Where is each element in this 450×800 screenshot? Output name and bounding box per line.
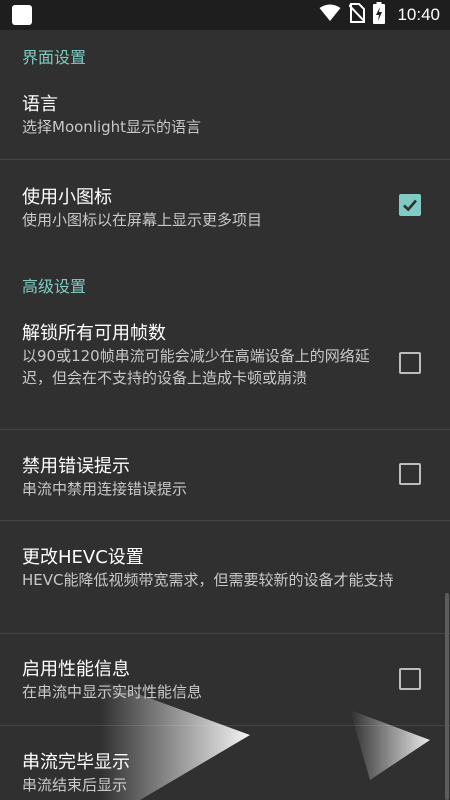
pref-title: 解锁所有可用帧数	[22, 323, 166, 344]
pref-summary: 串流中禁用连接错误提示	[22, 480, 188, 498]
perf-overlay-checkbox[interactable]	[399, 668, 421, 690]
pref-summary: 在串流中显示实时性能信息	[22, 683, 203, 701]
pref-title: 禁用错误提示	[22, 456, 130, 477]
app-icon	[12, 5, 32, 25]
scrollbar[interactable]	[445, 593, 449, 800]
pref-post-stream-toast[interactable]: 串流完毕显示 串流结束后显示	[0, 726, 450, 800]
pref-summary: 选择Moonlight显示的语言	[22, 118, 202, 136]
status-bar: 10:40	[0, 0, 450, 30]
pref-summary: 以90或120帧串流可能会减少在高端设备上的网络延迟，但会在不支持的设备上造成卡…	[22, 347, 370, 387]
pref-title: 语言	[22, 94, 58, 115]
pref-title: 更改HEVC设置	[22, 547, 144, 568]
disable-warnings-checkbox[interactable]	[399, 463, 421, 485]
small-icons-checkbox[interactable]	[399, 194, 421, 216]
clock: 10:40	[397, 5, 440, 24]
pref-perf-overlay[interactable]: 启用性能信息 在串流中显示实时性能信息	[0, 634, 450, 725]
pref-summary: 串流结束后显示	[22, 776, 128, 794]
pref-summary: HEVC能降低视频带宽需求，但需要较新的设备才能支持	[22, 571, 394, 589]
pref-unlock-fps[interactable]: 解锁所有可用帧数 以90或120帧串流可能会减少在高端设备上的网络延迟，但会在不…	[0, 310, 450, 429]
pref-title: 串流完毕显示	[22, 752, 130, 773]
pref-title: 使用小图标	[22, 187, 112, 208]
pref-language[interactable]: 语言 选择Moonlight显示的语言	[0, 80, 450, 159]
no-sim-icon	[348, 3, 367, 27]
settings-list[interactable]: 界面设置 语言 选择Moonlight显示的语言 使用小图标 使用小图标以在屏幕…	[0, 30, 450, 800]
pref-title: 启用性能信息	[22, 659, 130, 680]
pref-summary: 使用小图标以在屏幕上显示更多项目	[22, 211, 263, 229]
pref-hevc-settings[interactable]: 更改HEVC设置 HEVC能降低视频带宽需求，但需要较新的设备才能支持	[0, 521, 450, 633]
pref-small-icons[interactable]: 使用小图标 使用小图标以在屏幕上显示更多项目	[0, 160, 450, 252]
battery-charging-icon	[373, 2, 386, 28]
status-icons: 10:40	[319, 0, 440, 30]
unlock-fps-checkbox[interactable]	[399, 352, 421, 374]
pref-disable-warnings[interactable]: 禁用错误提示 串流中禁用连接错误提示	[0, 430, 450, 520]
category-advanced-settings: 高级设置	[22, 277, 87, 296]
category-ui-settings: 界面设置	[22, 48, 87, 67]
wifi-icon	[319, 4, 341, 26]
